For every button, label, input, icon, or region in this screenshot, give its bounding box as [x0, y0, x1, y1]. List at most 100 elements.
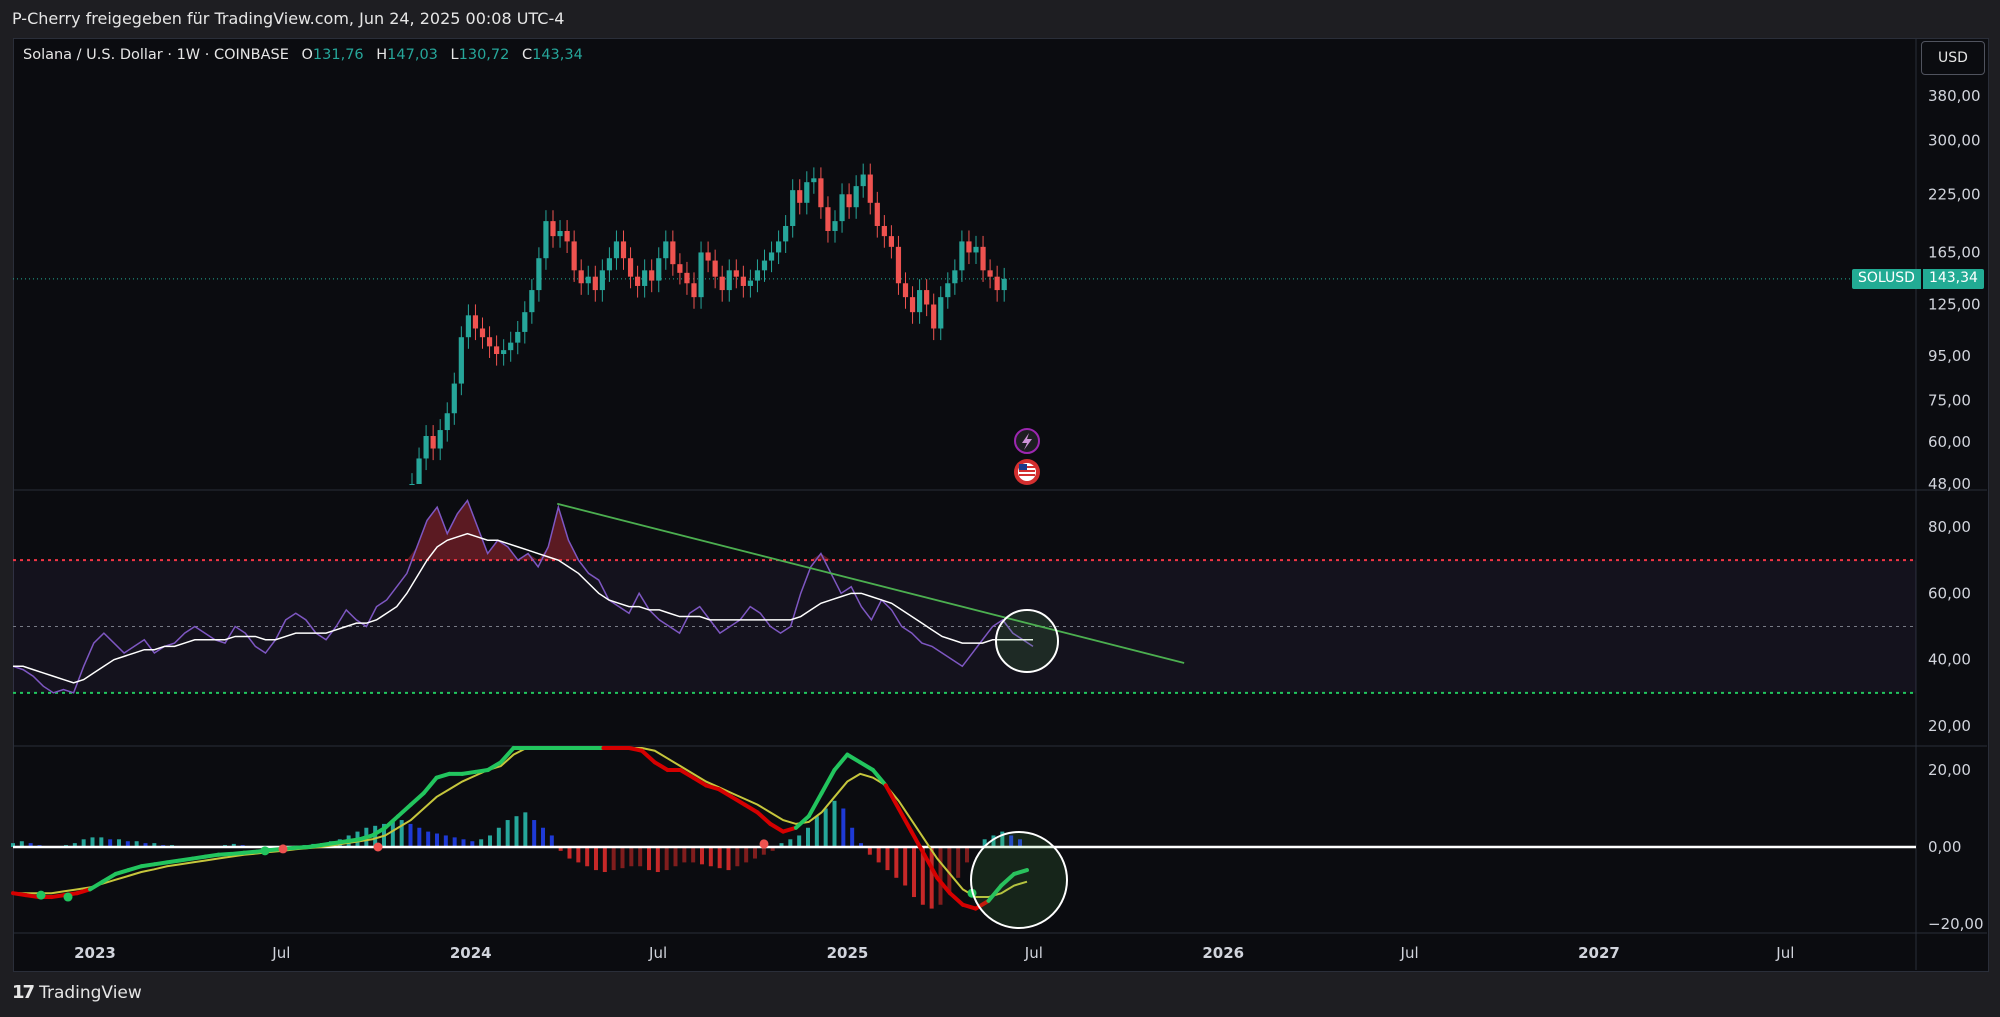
candle-body: [726, 270, 732, 291]
macd-histogram-bar: [541, 827, 545, 847]
macd-line-segment: [819, 768, 837, 796]
candle-body: [945, 283, 951, 298]
candle-body: [783, 225, 789, 242]
candle: [494, 335, 500, 366]
candle-body: [557, 230, 563, 237]
currency-button[interactable]: USD: [1921, 41, 1985, 75]
candle-body: [804, 182, 810, 203]
rsi-axis-tick: 60,00: [1928, 584, 1971, 602]
candle-body: [592, 276, 598, 291]
candle-body: [494, 346, 500, 355]
macd-histogram-bar: [99, 837, 104, 847]
candle: [987, 259, 993, 289]
rsi-overbought-fill: [13, 500, 1033, 561]
candle-body: [902, 283, 909, 298]
high-value: 147,03: [387, 47, 438, 63]
candle-body: [874, 202, 880, 226]
x-axis-tick: Jul: [1400, 944, 1419, 962]
macd-histogram-bar: [965, 847, 969, 863]
candle-body: [825, 207, 831, 231]
candle: [846, 183, 852, 219]
candle-body: [839, 194, 845, 222]
candle: [656, 247, 662, 293]
macd-histogram-bar: [708, 847, 713, 867]
macd-histogram-bar: [408, 823, 413, 847]
macd-histogram-bar: [629, 847, 634, 867]
candle-body: [860, 174, 866, 187]
candle: [613, 230, 620, 270]
low-value: 130,72: [458, 47, 510, 63]
macd-axis-tick: 20,00: [1928, 761, 1971, 779]
macd-line-segment: [845, 752, 863, 765]
price-label-value: 143,34: [1922, 269, 1984, 289]
macd-axis-tick: 0,00: [1928, 838, 1961, 856]
symbol-legend[interactable]: Solana / U.S. Dollar · 1W · COINBASE O13…: [23, 47, 583, 63]
macd-cross-dot: [759, 839, 769, 849]
us-flag-event-icon[interactable]: [1014, 459, 1040, 485]
candle-body: [980, 246, 986, 271]
macd-histogram-bar: [585, 847, 590, 867]
macd-histogram-bar: [753, 847, 757, 859]
candle: [649, 259, 655, 293]
price-pane: [13, 163, 1916, 485]
macd-histogram-bar: [426, 831, 431, 847]
candle: [719, 265, 725, 302]
candle-body: [705, 252, 711, 261]
candle: [663, 230, 669, 270]
macd-line-segment: [639, 748, 657, 765]
candle: [980, 235, 986, 282]
rsi-axis-tick: 20,00: [1928, 717, 1971, 735]
candle-body: [895, 246, 902, 284]
rsi-highlight-circle[interactable]: [995, 609, 1059, 673]
rsi-axis-tick: 80,00: [1928, 518, 1971, 536]
candle: [825, 196, 831, 243]
macd-histogram-bar: [505, 820, 510, 847]
candle: [818, 167, 824, 219]
candle: [444, 402, 450, 442]
macd-histogram-bar: [514, 816, 519, 847]
candle-body: [747, 280, 753, 286]
event-markers: [1014, 428, 1040, 485]
macd-cross-dot: [63, 892, 73, 902]
candle: [508, 331, 514, 362]
candle: [620, 230, 627, 270]
tradingview-logo[interactable]: 17 TradingView: [12, 982, 142, 1003]
candle: [472, 304, 479, 341]
candle: [557, 220, 563, 248]
macd-histogram-bar: [655, 847, 660, 873]
macd-histogram-bar: [390, 821, 395, 847]
candle: [677, 253, 683, 285]
candle-body: [578, 270, 584, 284]
macd-highlight-circle[interactable]: [970, 831, 1068, 929]
candle: [726, 259, 732, 302]
candle-body: [994, 276, 1000, 291]
macd-line-segment: [755, 810, 773, 826]
macd-histogram-bar: [894, 847, 899, 878]
macd-histogram-bar: [700, 847, 704, 865]
candle-body: [818, 178, 824, 208]
price-axis-tick: 95,00: [1928, 347, 1971, 365]
macd-histogram-bar: [726, 847, 731, 871]
macd-histogram-bar: [90, 837, 95, 847]
candle: [691, 272, 697, 309]
lightning-event-icon[interactable]: [1014, 428, 1040, 454]
candle: [571, 230, 577, 282]
macd-histogram-bar: [664, 847, 669, 871]
chart-canvas[interactable]: 380,00 300,00 225,00 165,00 125,00 95,00 75,00…: [0, 0, 2000, 1017]
candle-body: [508, 342, 514, 351]
candle-body: [698, 252, 704, 298]
macd-histogram-bar: [443, 835, 448, 847]
candle-body: [585, 276, 591, 284]
candle-body: [472, 315, 479, 329]
candle-body: [917, 290, 923, 313]
candle-body: [938, 297, 944, 329]
macd-histogram-bar: [806, 827, 810, 847]
candle: [465, 304, 471, 349]
candle-body: [888, 236, 894, 247]
candle: [768, 241, 775, 273]
candle-body: [529, 290, 535, 313]
candle-body: [663, 241, 669, 259]
x-axis-tick: 2024: [450, 944, 492, 962]
candle-body: [536, 258, 542, 291]
candle: [592, 265, 598, 302]
